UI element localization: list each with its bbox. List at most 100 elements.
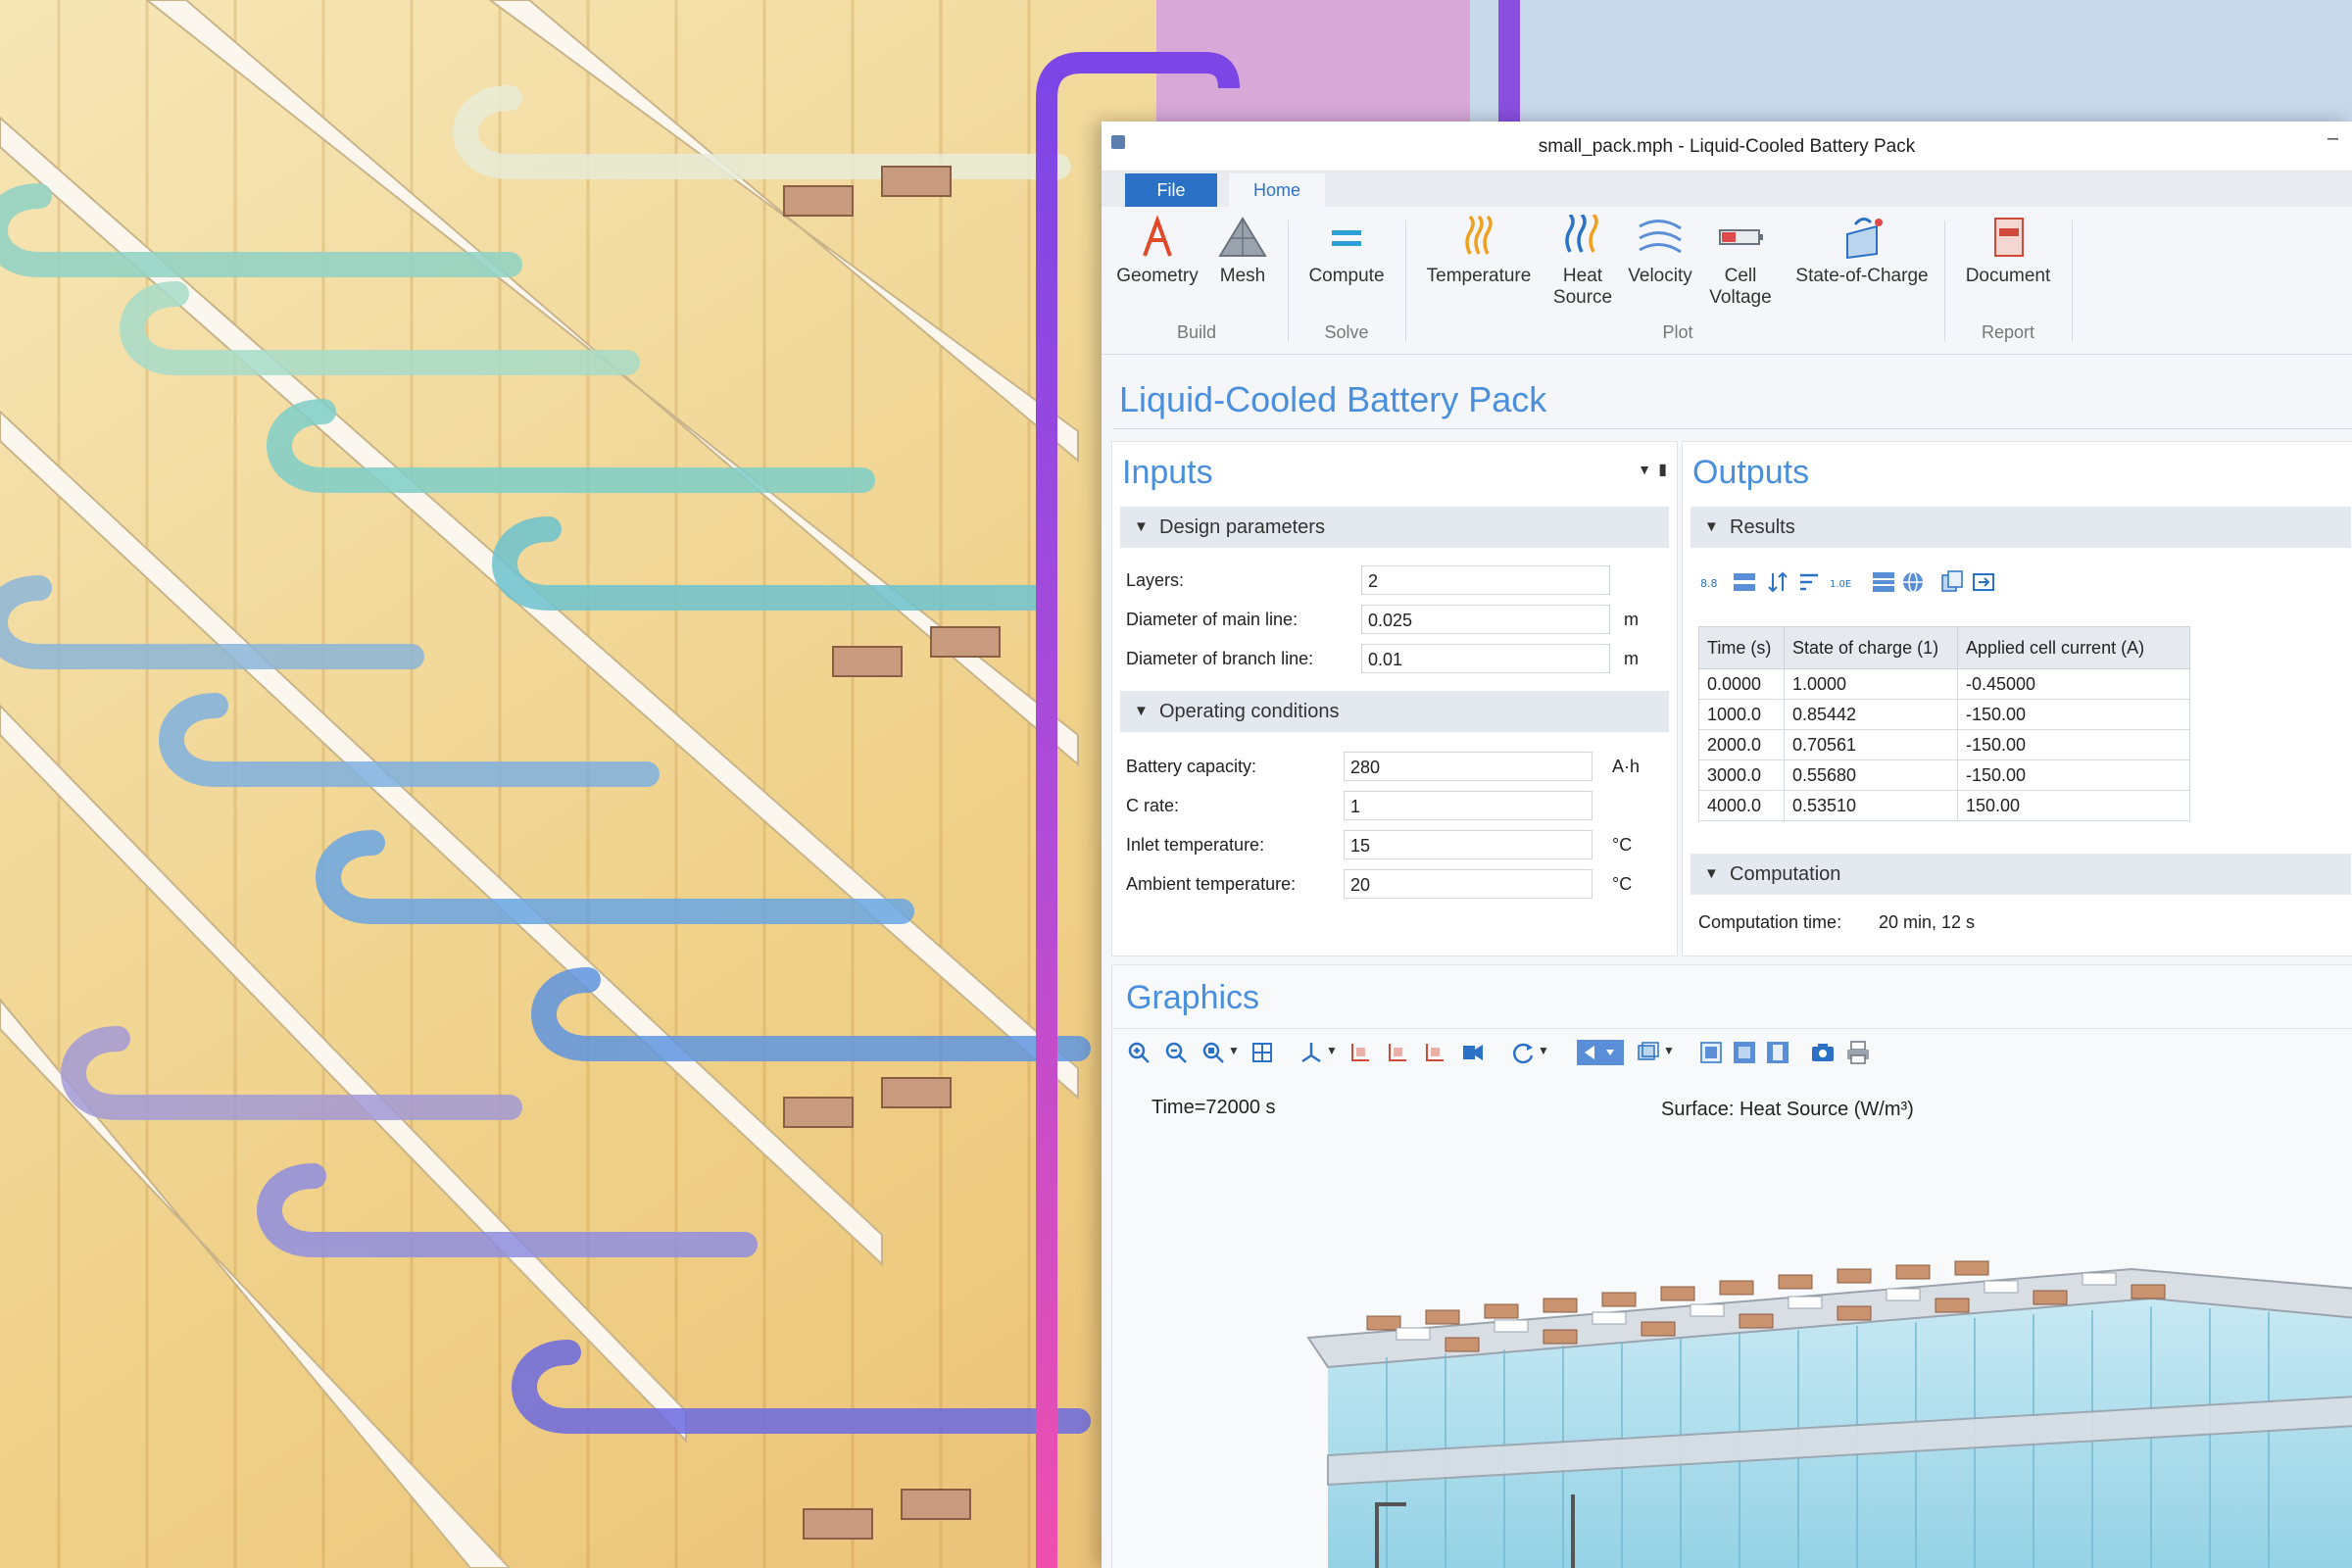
export-icon[interactable] (1971, 569, 1996, 595)
panel-menu-icon[interactable]: ▼ (1638, 462, 1651, 477)
table-format-icon[interactable] (1732, 569, 1757, 595)
branch-line-label: Diameter of branch line: (1126, 649, 1314, 668)
mesh-label: Mesh (1219, 266, 1266, 286)
table-row[interactable]: 1000.0 0.85442 -150.00 (1698, 699, 2190, 730)
layers-label: Layers: (1126, 570, 1185, 590)
collapse-icon: ▼ (1704, 518, 1719, 535)
document-label: Document (1965, 266, 2051, 286)
mesh-icon (1218, 217, 1267, 257)
table-cell: 150.00 (1957, 790, 2190, 821)
inputs-title: Inputs (1122, 454, 1213, 491)
table-cell: -0.45000 (1957, 668, 2190, 700)
table-row[interactable]: 2000.0 0.70561 -150.00 (1698, 729, 2190, 760)
table-cell: 2000.0 (1698, 729, 1785, 760)
table-row[interactable]: 0.0000 1.0000 -0.45000 (1698, 668, 2190, 700)
chevron-down-icon[interactable]: ▼ (1228, 1044, 1240, 1057)
group-solve: Solve (1324, 322, 1369, 342)
axis-orientation-icon[interactable] (1298, 1040, 1324, 1065)
column-header-time[interactable]: Time (s) (1698, 626, 1785, 669)
battery-pack-model[interactable] (1289, 1259, 2352, 1568)
battery-capacity-field[interactable]: 280 (1344, 752, 1592, 781)
heat-source-icon (1565, 215, 1598, 253)
view-xy-icon[interactable] (1348, 1040, 1373, 1065)
document-button[interactable]: Document (1954, 215, 2062, 287)
app-window: small_pack.mph - Liquid-Cooled Battery P… (1102, 122, 2352, 1568)
graphics-divider (1112, 1028, 2352, 1029)
temperature-button[interactable]: Temperature (1415, 215, 1543, 287)
table-row[interactable]: 4000.0 0.53510 150.00 (1698, 790, 2190, 821)
pin-icon[interactable]: ▮ (1658, 460, 1667, 479)
transparency-icon[interactable] (1636, 1040, 1661, 1065)
precision-icon[interactable]: 8.8 (1698, 569, 1724, 595)
surface-label: Surface: Heat Source (W/m³) (1661, 1099, 1914, 1120)
compute-button[interactable]: Compute (1299, 215, 1394, 287)
heat-source-label: Heat Source (1552, 266, 1613, 308)
operating-conditions-heading: Operating conditions (1159, 701, 1340, 722)
table-cell: 4000.0 (1698, 790, 1785, 821)
layers-field[interactable]: 2 (1361, 565, 1610, 595)
mesh-button[interactable]: Mesh (1207, 215, 1278, 287)
operating-conditions-section[interactable]: ▼ Operating conditions (1120, 691, 1669, 732)
rotate-icon[interactable] (1510, 1040, 1536, 1065)
state-of-charge-icon (1846, 218, 1883, 260)
results-section[interactable]: ▼ Results (1690, 507, 2351, 548)
wireframe-icon[interactable] (1698, 1040, 1724, 1065)
render-icon[interactable] (1732, 1040, 1757, 1065)
camera-icon[interactable] (1810, 1040, 1836, 1065)
table-cell: 0.55680 (1784, 760, 1958, 791)
minimize-icon[interactable]: – (2328, 127, 2338, 150)
inlet-temperature-field[interactable]: 15 (1344, 830, 1592, 859)
globe-icon[interactable] (1900, 569, 1926, 595)
zoom-box-icon[interactable] (1200, 1040, 1226, 1065)
state-of-charge-button[interactable]: State-of-Charge (1784, 215, 1940, 287)
svg-text:1.0E: 1.0E (1830, 579, 1851, 590)
main-line-label: Diameter of main line: (1126, 610, 1298, 629)
print-icon[interactable] (1845, 1040, 1871, 1065)
full-precision-icon[interactable] (1871, 569, 1896, 595)
branch-line-unit: m (1624, 649, 1639, 668)
group-build: Build (1176, 322, 1217, 342)
computation-section[interactable]: ▼ Computation (1690, 854, 2351, 895)
zoom-in-icon[interactable] (1126, 1040, 1152, 1065)
ambient-temperature-unit: °C (1612, 874, 1633, 894)
heat-source-button[interactable]: Heat Source (1546, 215, 1619, 309)
column-header-state-of-charge[interactable]: State of charge (1) (1784, 626, 1958, 669)
collapse-icon: ▼ (1134, 518, 1149, 535)
column-header-applied-cell-current[interactable]: Applied cell current (A) (1957, 626, 2190, 669)
scene-light-icon[interactable] (1765, 1040, 1790, 1065)
state-of-charge-label: State-of-Charge (1795, 266, 1929, 286)
design-parameters-section[interactable]: ▼ Design parameters (1120, 507, 1669, 548)
ambient-temperature-field[interactable]: 20 (1344, 869, 1592, 899)
tab-home[interactable]: Home (1229, 173, 1325, 207)
geometry-button[interactable]: Geometry (1113, 215, 1201, 287)
camera-view-icon[interactable] (1459, 1040, 1485, 1065)
cell-voltage-button[interactable]: Cell Voltage (1701, 215, 1780, 309)
view-yz-icon[interactable] (1385, 1040, 1410, 1065)
table-row[interactable]: 3000.0 0.55680 -150.00 (1698, 760, 2190, 791)
results-table: Time (s) State of charge (1) Applied cel… (1698, 626, 2190, 821)
tab-file[interactable]: File (1125, 173, 1217, 207)
copy-table-icon[interactable] (1939, 569, 1965, 595)
outputs-panel: Outputs ▼ Results 8.8 1.0E Time (s) Stat… (1682, 441, 2352, 956)
ribbon-separator (1944, 220, 1945, 342)
view-zx-icon[interactable] (1422, 1040, 1447, 1065)
compute-icon (1332, 230, 1361, 246)
branch-line-field[interactable]: 0.01 (1361, 644, 1610, 673)
table-cell: 1000.0 (1698, 699, 1785, 730)
chevron-down-icon[interactable]: ▼ (1538, 1044, 1549, 1057)
c-rate-field[interactable]: 1 (1344, 791, 1592, 820)
velocity-button[interactable]: Velocity (1621, 215, 1699, 287)
main-line-field[interactable]: 0.025 (1361, 605, 1610, 634)
sort-icon[interactable] (1765, 569, 1790, 595)
chevron-down-icon[interactable]: ▼ (1663, 1044, 1675, 1057)
zoom-extents-icon[interactable] (1250, 1040, 1275, 1065)
play-animation-icon[interactable] (1577, 1040, 1624, 1065)
zoom-out-icon[interactable] (1163, 1040, 1189, 1065)
engineering-notation-icon[interactable]: 1.0E (1830, 569, 1855, 595)
sort-order-icon[interactable] (1796, 569, 1822, 595)
chevron-down-icon[interactable]: ▼ (1326, 1044, 1338, 1057)
table-cell: 0.53510 (1784, 790, 1958, 821)
temperature-icon (1465, 215, 1493, 255)
graphics-title: Graphics (1126, 979, 1260, 1016)
design-parameters-heading: Design parameters (1159, 516, 1325, 538)
